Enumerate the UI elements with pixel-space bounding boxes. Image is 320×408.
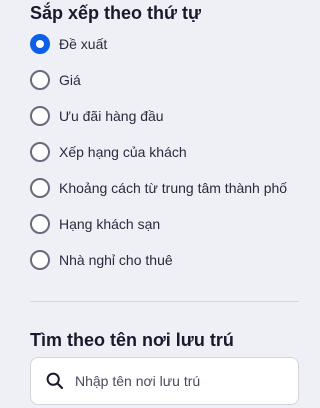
- sort-option-guest-rating[interactable]: Xếp hạng của khách: [30, 134, 315, 170]
- sort-option-hotel-class[interactable]: Hạng khách sạn: [30, 206, 315, 242]
- sort-radio-vacation-rental[interactable]: [30, 250, 50, 270]
- sort-option-label: Nhà nghỉ cho thuê: [59, 252, 173, 268]
- sort-option-label: Hạng khách sạn: [59, 216, 161, 232]
- sort-radio-top-deals[interactable]: [30, 106, 50, 126]
- sort-radio-guest-rating[interactable]: [30, 142, 50, 162]
- sort-option-label: Đề xuất: [59, 36, 108, 52]
- property-search-title: Tìm theo tên nơi lưu trú: [30, 330, 234, 350]
- section-divider: [30, 301, 299, 302]
- sort-radio-distance[interactable]: [30, 178, 50, 198]
- sort-option-label: Ưu đãi hàng đầu: [59, 108, 164, 124]
- sort-radio-recommended[interactable]: [30, 34, 50, 54]
- sort-options-list: Đề xuất Giá Ưu đãi hàng đầu Xếp hạng của…: [30, 26, 315, 278]
- sort-option-recommended[interactable]: Đề xuất: [30, 26, 315, 62]
- filter-panel: Sắp xếp theo thứ tự Đề xuất Giá Ưu đãi h…: [0, 0, 320, 408]
- property-search-box[interactable]: [30, 357, 299, 405]
- sort-option-label: Khoảng cách từ trung tâm thành phố: [59, 180, 288, 196]
- sort-section-title: Sắp xếp theo thứ tự: [30, 3, 202, 23]
- search-icon: [46, 372, 64, 390]
- sort-option-vacation-rental[interactable]: Nhà nghỉ cho thuê: [30, 242, 315, 278]
- sort-option-label: Giá: [59, 72, 81, 88]
- sort-option-label: Xếp hạng của khách: [59, 144, 187, 160]
- sort-option-top-deals[interactable]: Ưu đãi hàng đầu: [30, 98, 315, 134]
- sort-radio-hotel-class[interactable]: [30, 214, 50, 234]
- property-name-input[interactable]: [75, 373, 275, 389]
- sort-radio-price[interactable]: [30, 70, 50, 90]
- sort-option-distance[interactable]: Khoảng cách từ trung tâm thành phố: [30, 170, 315, 206]
- sort-option-price[interactable]: Giá: [30, 62, 315, 98]
